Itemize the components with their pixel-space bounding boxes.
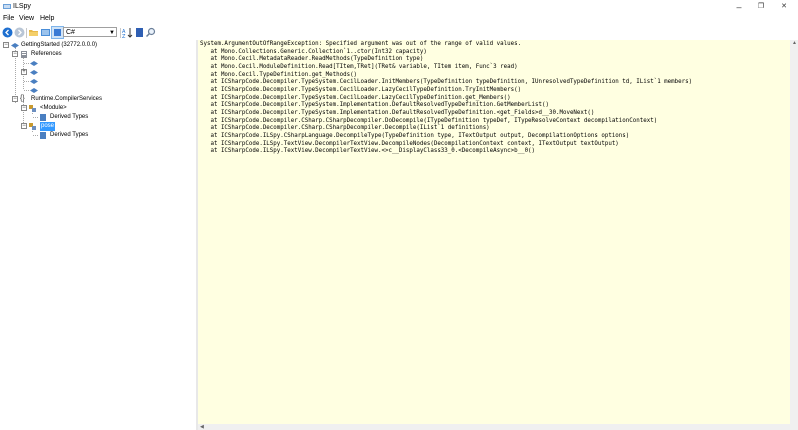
class-icon (29, 123, 36, 130)
ilspy-app-icon (3, 4, 11, 9)
expand-icon[interactable]: + (21, 69, 27, 75)
menu-help[interactable]: Help (40, 15, 54, 22)
tree-node-reference[interactable]: + (0, 68, 60, 77)
derived-types-icon (40, 114, 46, 121)
output-line: at ICSharpCode.ILSpy.TextView.Decompiler… (200, 140, 619, 147)
tree-node-label: References (31, 51, 62, 57)
tree-node-derived-types[interactable]: Derived Types (0, 131, 196, 140)
assembly-icon (11, 43, 19, 48)
language-select-value: C# (66, 29, 75, 36)
output-line: at ICSharpCode.Decompiler.TypeSystem.Imp… (200, 102, 550, 109)
forward-icon[interactable] (14, 27, 25, 38)
scroll-left-icon[interactable]: ◀ (200, 424, 204, 430)
output-line: at Mono.Cecil.TypeDefinition.get_Methods… (200, 71, 358, 78)
toolbar-separator (120, 28, 121, 38)
output-line: at ICSharpCode.Decompiler.CSharp.CSharpD… (200, 117, 658, 124)
output-line: System.ArgumentOutOfRangeException: Spec… (200, 41, 522, 47)
exception-text: System.ArgumentOutOfRangeException: Spec… (198, 40, 790, 156)
collapse-icon[interactable]: − (3, 42, 9, 48)
assembly-reference-icon (30, 61, 38, 66)
assembly-reference-icon (30, 88, 38, 93)
tree-node-label: Derived Types (50, 132, 89, 138)
show-internal-icon[interactable] (51, 26, 64, 39)
tree-node-reference[interactable] (0, 86, 60, 95)
output-line: at Mono.Cecil.MetadataReader.ReadMethods… (200, 56, 424, 63)
search-icon[interactable] (145, 27, 156, 38)
output-line: at ICSharpCode.Decompiler.TypeSystem.Imp… (200, 109, 595, 116)
tree-node-type-pose[interactable]: − pose (0, 122, 196, 131)
menu-view[interactable]: View (19, 15, 34, 22)
tree-node-assembly[interactable]: − GettingStarted (32772.0.0.0) (0, 41, 196, 50)
collapse-icon[interactable]: − (21, 123, 27, 129)
assembly-tree[interactable]: − GettingStarted (32772.0.0.0) − Referen… (0, 40, 196, 430)
tree-line (33, 135, 38, 136)
output-line: at ICSharpCode.Decompiler.CSharp.CSharpD… (200, 125, 490, 132)
assembly-reference-icon (30, 70, 38, 75)
tree-node-references[interactable]: − References (0, 50, 196, 59)
horizontal-scrollbar[interactable]: ◀ (198, 424, 798, 430)
tree-node-label: GettingStarted (32772.0.0.0) (21, 42, 98, 48)
derived-types-icon (40, 132, 46, 139)
back-icon[interactable] (2, 27, 13, 38)
collapse-icon[interactable]: − (12, 96, 18, 102)
tree-node-label: Runtime.CompilerServices (31, 96, 103, 102)
tree-line (33, 117, 38, 118)
menu-file[interactable]: File (3, 15, 14, 22)
tree-node-label: <Module> (40, 105, 67, 111)
language-select[interactable]: C# ▼ (63, 27, 117, 37)
minimize-button[interactable]: – (730, 2, 748, 12)
output-line: at ICSharpCode.Decompiler.TypeSystem.Cec… (200, 79, 693, 86)
output-line: at ICSharpCode.Decompiler.TypeSystem.Cec… (200, 86, 522, 93)
svg-text:Z: Z (122, 34, 126, 38)
collapse-icon[interactable]: − (21, 105, 27, 111)
decompiler-output[interactable]: System.ArgumentOutOfRangeException: Spec… (198, 40, 790, 424)
vertical-scrollbar[interactable]: ▲ (790, 40, 798, 424)
window-title: ILSpy (13, 3, 31, 10)
open-folder-icon[interactable] (28, 27, 39, 38)
tree-line (24, 90, 29, 91)
tree-line (24, 81, 29, 82)
assembly-reference-icon (30, 79, 38, 84)
output-line: at Mono.Collections.Generic.Collection`1… (200, 48, 427, 55)
tree-node-derived-types[interactable]: Derived Types (0, 113, 196, 122)
restore-button[interactable]: ❐ (752, 2, 770, 12)
tree-node-reference[interactable] (0, 59, 60, 68)
tree-node-label-selected: pose (40, 122, 56, 131)
tree-node-reference[interactable] (0, 77, 60, 86)
tree-line (24, 63, 29, 64)
class-icon (29, 105, 36, 112)
toolbar: C# ▼ A Z (0, 25, 798, 41)
reload-icon[interactable] (40, 27, 51, 38)
close-button[interactable]: ✕ (775, 2, 793, 12)
chevron-down-icon: ▼ (109, 30, 115, 36)
scroll-up-icon[interactable]: ▲ (792, 40, 797, 46)
bookmark-icon[interactable] (134, 27, 145, 38)
toolbar-separator (26, 28, 27, 38)
menu-bar: File View Help (0, 14, 798, 25)
output-line: at ICSharpCode.ILSpy.TextView.Decompiler… (200, 148, 536, 155)
namespace-icon: {} (20, 95, 25, 102)
output-line: at Mono.Cecil.ModuleDefinition.Read[TIte… (200, 63, 518, 70)
title-bar: ILSpy – ❐ ✕ (0, 0, 798, 14)
output-line: at ICSharpCode.ILSpy.CSharpLanguage.Deco… (200, 132, 630, 139)
tree-node-module[interactable]: − <Module> (0, 104, 196, 113)
tree-node-namespace[interactable]: − {} Runtime.CompilerServices (0, 95, 196, 104)
tree-node-label: Derived Types (50, 114, 89, 120)
output-line: at ICSharpCode.Decompiler.TypeSystem.Cec… (200, 94, 511, 101)
references-icon (21, 51, 27, 58)
collapse-icon[interactable]: − (12, 51, 18, 57)
sort-icon[interactable]: A Z (122, 27, 133, 38)
